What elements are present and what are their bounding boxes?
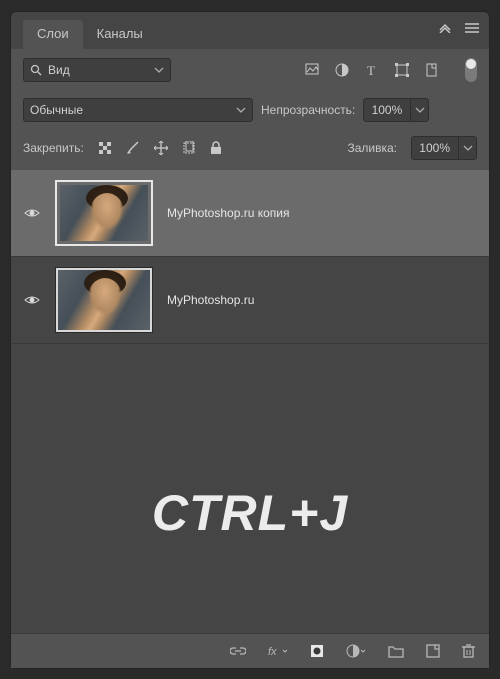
filter-row: T — [11, 50, 489, 90]
layer-name[interactable]: MyPhotoshop.ru — [167, 293, 254, 307]
filter-toggle[interactable] — [465, 58, 477, 82]
filter-pixel-icon[interactable] — [305, 63, 319, 77]
layer-filter-select[interactable] — [23, 58, 171, 82]
visibility-toggle[interactable] — [23, 207, 41, 219]
fill-input[interactable]: 100% — [411, 136, 477, 160]
opacity-label: Непрозрачность: — [261, 103, 355, 117]
tab-channels[interactable]: Каналы — [83, 20, 157, 49]
link-layers-icon[interactable] — [230, 645, 246, 657]
filter-smart-icon[interactable] — [425, 63, 439, 77]
filter-adjust-icon[interactable] — [335, 63, 349, 77]
adjustment-layer-icon[interactable] — [346, 644, 366, 658]
layer-filter-input[interactable] — [48, 63, 138, 77]
panel-footer: fx — [11, 633, 489, 668]
group-layers-icon[interactable] — [388, 645, 404, 658]
collapse-icon[interactable] — [439, 23, 451, 33]
visibility-toggle[interactable] — [23, 294, 41, 306]
layer-mask-icon[interactable] — [310, 644, 324, 658]
filter-type-icon[interactable]: T — [365, 63, 379, 77]
layer-name[interactable]: MyPhotoshop.ru копия — [167, 206, 289, 220]
blend-row: Обычные Непрозрачность: 100% — [11, 90, 489, 130]
layer-thumbnail[interactable] — [55, 180, 153, 246]
blend-mode-select[interactable]: Обычные — [23, 98, 253, 122]
svg-text:fx: fx — [268, 646, 277, 657]
panel-tabs: Слои Каналы — [11, 20, 157, 49]
layer-thumbnail[interactable] — [55, 267, 153, 333]
overlay-shortcut-text: CTRL+J — [152, 484, 348, 542]
delete-layer-icon[interactable] — [462, 644, 475, 658]
svg-text:T: T — [367, 63, 375, 77]
lock-brush-icon[interactable] — [126, 141, 140, 155]
tab-layers[interactable]: Слои — [23, 20, 83, 49]
lock-label: Закрепить: — [23, 141, 84, 155]
layer-effects-icon[interactable]: fx — [268, 645, 288, 657]
layers-panel: Слои Каналы — [10, 11, 490, 669]
new-layer-icon[interactable] — [426, 644, 440, 658]
fill-label: Заливка: — [347, 141, 397, 155]
lock-position-icon[interactable] — [154, 141, 168, 155]
lock-row: Закрепить: Заливка: 100% — [11, 130, 489, 170]
lock-pixels-icon[interactable] — [98, 141, 112, 155]
layers-list: MyPhotoshop.ru копия MyPhotoshop.ru — [11, 170, 489, 633]
lock-all-icon[interactable] — [210, 141, 222, 155]
lock-artboard-icon[interactable] — [182, 141, 196, 155]
menu-icon[interactable] — [465, 22, 479, 34]
layer-row[interactable]: MyPhotoshop.ru копия — [11, 170, 489, 257]
filter-shape-icon[interactable] — [395, 63, 409, 77]
opacity-input[interactable]: 100% — [363, 98, 429, 122]
panel-header: Слои Каналы — [11, 12, 489, 49]
layer-row[interactable]: MyPhotoshop.ru — [11, 257, 489, 344]
